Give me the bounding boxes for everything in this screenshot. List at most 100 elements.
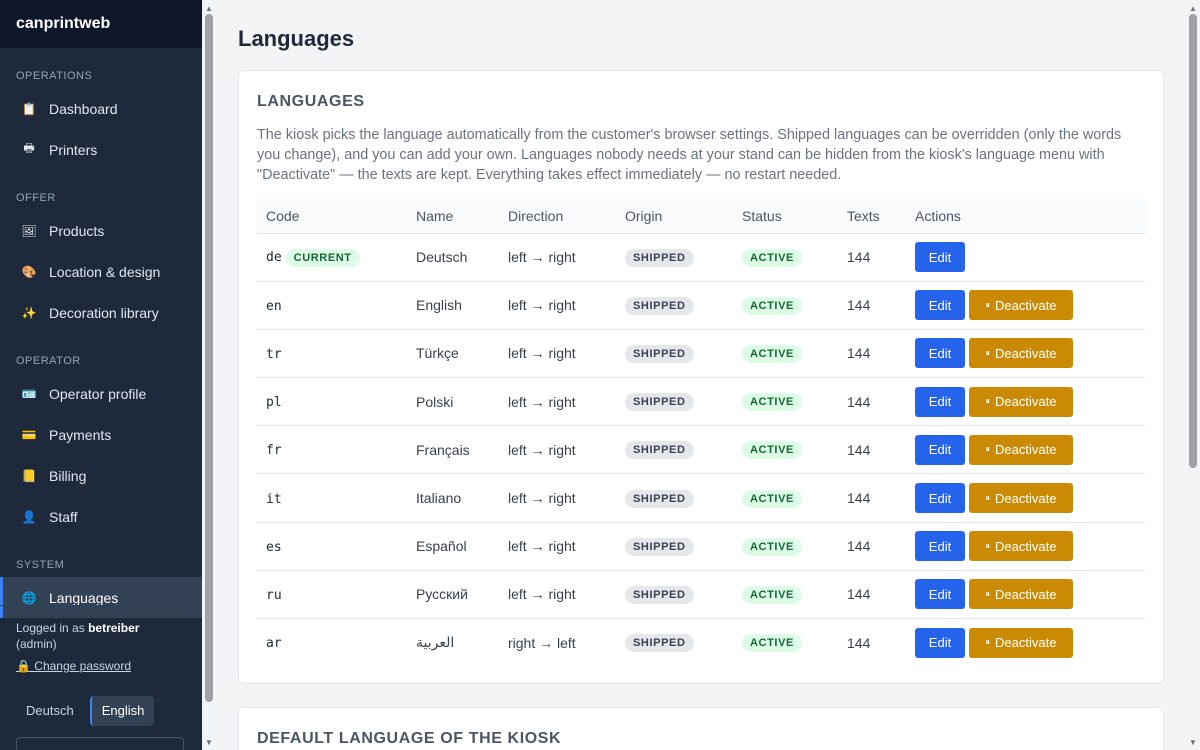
- sidebar-item-payments[interactable]: 💳 Payments: [0, 414, 202, 455]
- deactivate-button[interactable]: ⏸ Deactivate: [969, 531, 1073, 562]
- main-scroll-up-arrow-icon[interactable]: ▲: [1186, 2, 1200, 14]
- cell-status: ACTIVE: [733, 378, 838, 426]
- deactivate-button[interactable]: ⏸ Deactivate: [969, 434, 1073, 465]
- deactivate-button[interactable]: ⏸ Deactivate: [969, 386, 1073, 417]
- sidebar-item-products[interactable]: 🖼 Products: [0, 210, 202, 251]
- language-option-english[interactable]: English: [89, 696, 155, 726]
- sidebar-scrollbar[interactable]: ▲ ▼: [202, 0, 216, 750]
- deactivate-button[interactable]: ⏸ Deactivate: [969, 627, 1073, 658]
- logged-in-label: Logged in as: [16, 621, 89, 635]
- edit-button[interactable]: Edit: [915, 386, 965, 417]
- table-body: de CURRENT Deutsch left → right SHIPPED ACTIV…: [257, 233, 1145, 667]
- credit-card-icon: 💳: [21, 427, 37, 442]
- main-scroll-down-arrow-icon[interactable]: ▼: [1186, 736, 1200, 748]
- edit-button[interactable]: Edit: [915, 242, 965, 273]
- default-language-heading: DEFAULT LANGUAGE OF THE KIOSK: [257, 730, 562, 747]
- cell-code: en: [257, 281, 407, 329]
- logout-button[interactable]: [16, 737, 184, 750]
- change-password-link[interactable]: 🔒 Change password: [16, 658, 131, 674]
- language-code: ar: [266, 636, 282, 652]
- default-language-card: DEFAULT LANGUAGE OF THE KIOSK: [238, 707, 1164, 750]
- language-switch: Deutsch English: [16, 696, 186, 726]
- deactivate-button[interactable]: ⏸ Deactivate: [969, 483, 1073, 514]
- cell-status: ACTIVE: [733, 619, 838, 667]
- cell-status: ACTIVE: [733, 570, 838, 618]
- frame-icon: 🖼: [21, 223, 37, 238]
- deactivate-label: Deactivate: [995, 586, 1057, 602]
- sidebar-item-location-design[interactable]: 🎨 Location & design: [0, 251, 202, 292]
- sidebar-scroll-thumb[interactable]: [205, 14, 213, 702]
- language-option-deutsch[interactable]: Deutsch: [16, 696, 84, 726]
- logged-in-info: Logged in as betreiber (admin): [16, 620, 186, 652]
- cell-origin: SHIPPED: [616, 474, 733, 522]
- edit-button[interactable]: Edit: [915, 338, 965, 369]
- pause-icon: ⏸: [985, 637, 990, 648]
- status-badge: ACTIVE: [742, 489, 802, 508]
- table-row: tr Türkçe left → right SHIPPED ACTIVE 144 Edit…: [257, 329, 1145, 378]
- main-scroll-thumb[interactable]: [1189, 14, 1197, 468]
- sidebar: canprintweb OPERATIONS 📋 Dashboard 🖶 Printer…: [0, 0, 202, 750]
- edit-button[interactable]: Edit: [915, 627, 965, 658]
- deactivate-button[interactable]: ⏸ Deactivate: [969, 579, 1073, 610]
- edit-button[interactable]: Edit: [915, 483, 965, 514]
- cell-name: Español: [416, 538, 467, 555]
- sidebar-item-label: Dashboard: [49, 100, 118, 117]
- cell-status: ACTIVE: [733, 426, 838, 474]
- cell-direction: left → right: [508, 538, 576, 555]
- cell-status: ACTIVE: [733, 522, 838, 570]
- sidebar-item-decoration-library[interactable]: ✨ Decoration library: [0, 292, 202, 333]
- main-scrollbar[interactable]: ▲ ▼: [1186, 0, 1200, 750]
- deactivate-label: Deactivate: [995, 635, 1057, 651]
- cell-status: ACTIVE: [733, 329, 838, 377]
- main-content: Languages LANGUAGES The kiosk picks the …: [216, 0, 1186, 750]
- edit-button[interactable]: Edit: [915, 434, 965, 465]
- cell-status: ACTIVE: [733, 474, 838, 522]
- nav-section-title: OPERATOR: [16, 355, 81, 367]
- deactivate-button[interactable]: ⏸ Deactivate: [969, 338, 1073, 369]
- sidebar-item-label: Location & design: [49, 263, 161, 280]
- table-row: es Español left → right SHIPPED ACTIVE 144 Edi…: [257, 522, 1145, 571]
- cell-origin: SHIPPED: [616, 378, 733, 426]
- pause-icon: ⏸: [985, 492, 990, 503]
- table-header-row: Code Name Direction Origin Status Texts Action…: [257, 199, 1145, 234]
- language-code: en: [266, 298, 282, 314]
- clipboard-icon: 📋: [21, 101, 37, 116]
- pause-icon: ⏸: [985, 396, 990, 407]
- current-badge: CURRENT: [285, 248, 360, 267]
- sidebar-item-staff[interactable]: 👤 Staff: [0, 496, 202, 537]
- ledger-icon: 📒: [21, 468, 37, 483]
- edit-button[interactable]: Edit: [915, 579, 965, 610]
- languages-description: The kiosk picks the language automatical…: [257, 127, 1122, 183]
- scroll-up-arrow-icon[interactable]: ▲: [202, 2, 216, 14]
- palette-icon: 🎨: [21, 264, 37, 279]
- sidebar-item-billing[interactable]: 📒 Billing: [0, 455, 202, 496]
- table-row: en English left → right SHIPPED ACTIVE 144 Edi…: [257, 281, 1145, 330]
- cell-name: Italiano: [416, 490, 462, 507]
- column-header-status: Status: [733, 199, 838, 234]
- cell-direction: left → right: [508, 490, 576, 507]
- nav-section-title: OFFER: [16, 192, 56, 204]
- origin-badge: SHIPPED: [625, 489, 694, 508]
- nav-section-title: SYSTEM: [16, 559, 65, 571]
- brand-logo[interactable]: canprintweb: [0, 0, 202, 48]
- cell-actions: Edit ⏸ Deactivate: [906, 570, 1145, 618]
- edit-button[interactable]: Edit: [915, 290, 965, 321]
- pause-icon: ⏸: [985, 347, 990, 358]
- cell-actions: Edit ⏸ Deactivate: [906, 619, 1145, 667]
- cell-texts: 144: [847, 345, 871, 362]
- cell-code: fr: [257, 426, 407, 474]
- cell-code: pl: [257, 378, 407, 426]
- column-header-direction: Direction: [499, 199, 616, 234]
- status-badge: ACTIVE: [742, 248, 802, 267]
- edit-button[interactable]: Edit: [915, 531, 965, 562]
- language-code: pl: [266, 395, 282, 411]
- sidebar-item-printers[interactable]: 🖶 Printers: [0, 129, 202, 170]
- cell-actions: Edit: [906, 233, 1145, 281]
- scroll-down-arrow-icon[interactable]: ▼: [202, 736, 216, 748]
- sidebar-item-operator-profile[interactable]: 🪪 Operator profile: [0, 373, 202, 414]
- sparkles-icon: ✨: [21, 305, 37, 320]
- sidebar-item-dashboard[interactable]: 📋 Dashboard: [0, 88, 202, 129]
- cell-code: es: [257, 522, 407, 570]
- cell-actions: Edit ⏸ Deactivate: [906, 426, 1145, 474]
- deactivate-button[interactable]: ⏸ Deactivate: [969, 290, 1073, 321]
